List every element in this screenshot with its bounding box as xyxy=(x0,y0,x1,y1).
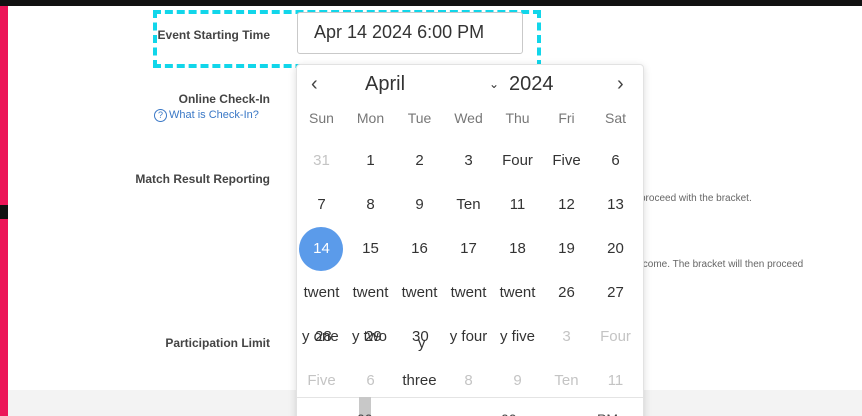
match-reporting-description: proceed with the bracket. xyxy=(640,193,752,204)
participation-limit-label: Participation Limit xyxy=(165,336,270,350)
day-cell[interactable]: twent xyxy=(395,271,444,315)
day-cell[interactable]: twent xyxy=(493,271,542,315)
year-select[interactable]: 2024 xyxy=(509,73,554,96)
hour-value[interactable]: 00 xyxy=(357,411,373,416)
minute-value[interactable]: 00 xyxy=(501,411,517,416)
chevron-down-icon: ⌄ xyxy=(488,77,499,91)
checkin-help-link[interactable]: ? What is Check-In? xyxy=(154,109,259,122)
garbled-day-text: y xyxy=(418,335,426,352)
date-picker-popup: ‹ April ⌄ 2024 › Sun Mon Tue Wed Thu Fri… xyxy=(296,64,644,416)
day-cell[interactable]: 11 xyxy=(493,183,542,227)
checkin-help-text[interactable]: What is Check-In? xyxy=(169,109,259,121)
garbled-day-text: 28 xyxy=(315,328,332,345)
weekday-thu: Thu xyxy=(505,110,530,126)
prev-month-icon[interactable]: ‹ xyxy=(311,73,318,96)
checkin-label: Online Check-In xyxy=(178,92,270,106)
day-cell[interactable]: y four xyxy=(444,315,493,359)
day-cell[interactable]: twent xyxy=(444,271,493,315)
day-cell[interactable]: 17 xyxy=(444,227,493,271)
day-cell[interactable]: 18 xyxy=(493,227,542,271)
day-cell[interactable]: 16 xyxy=(395,227,444,271)
day-cell[interactable]: twent xyxy=(297,271,346,315)
day-cell[interactable]: 15 xyxy=(346,227,395,271)
day-cell[interactable]: 7 xyxy=(297,183,346,227)
garbled-day-text: 29 xyxy=(365,328,382,345)
day-cell[interactable]: 3 xyxy=(542,315,591,359)
day-cell[interactable]: Ten xyxy=(444,183,493,227)
day-cell[interactable]: 26 xyxy=(542,271,591,315)
day-cell[interactable]: Four xyxy=(493,139,542,183)
month-label: April xyxy=(365,73,406,95)
day-cell[interactable]: 13 xyxy=(591,183,640,227)
weekday-wed: Wed xyxy=(454,110,483,126)
time-divider xyxy=(297,397,643,398)
day-cell[interactable]: 9 xyxy=(395,183,444,227)
day-cell[interactable]: twent xyxy=(346,271,395,315)
weekday-mon: Mon xyxy=(356,110,385,126)
day-cell[interactable]: 6 xyxy=(591,139,640,183)
weekday-sat: Sat xyxy=(604,110,626,126)
day-cell[interactable]: 3 xyxy=(444,139,493,183)
event-settings-page: Event Starting Time Online Check-In ? Wha… xyxy=(8,6,862,416)
month-select[interactable]: April ⌄ xyxy=(365,73,499,96)
selected-day-cell[interactable]: 14 xyxy=(297,227,346,271)
day-cell[interactable]: Four xyxy=(591,315,640,359)
day-cell[interactable]: 8 xyxy=(346,183,395,227)
weekday-sun: Sun xyxy=(309,110,334,126)
weekday-tue: Tue xyxy=(407,110,432,126)
event-start-time-input[interactable]: Apr 14 2024 6:00 PM xyxy=(297,12,523,54)
next-month-icon[interactable]: › xyxy=(617,73,624,96)
day-cell[interactable]: 31 xyxy=(297,139,346,183)
day-cell[interactable]: 2 xyxy=(395,139,444,183)
day-cell[interactable]: Five xyxy=(542,139,591,183)
day-cell[interactable]: 12 xyxy=(542,183,591,227)
ampm-value[interactable]: PM xyxy=(597,411,618,416)
day-cell[interactable]: 1 xyxy=(346,139,395,183)
day-cell[interactable]: y five xyxy=(493,315,542,359)
frame-speck xyxy=(0,205,8,219)
day-cell[interactable]: 27 xyxy=(591,271,640,315)
match-reporting-description-2: tcome. The bracket will then proceed xyxy=(640,259,804,270)
help-icon: ? xyxy=(154,109,167,122)
day-cell[interactable]: 20 xyxy=(591,227,640,271)
weekday-fri: Fri xyxy=(558,110,575,126)
match-reporting-label: Match Result Reporting xyxy=(135,172,270,186)
day-cell[interactable]: 19 xyxy=(542,227,591,271)
